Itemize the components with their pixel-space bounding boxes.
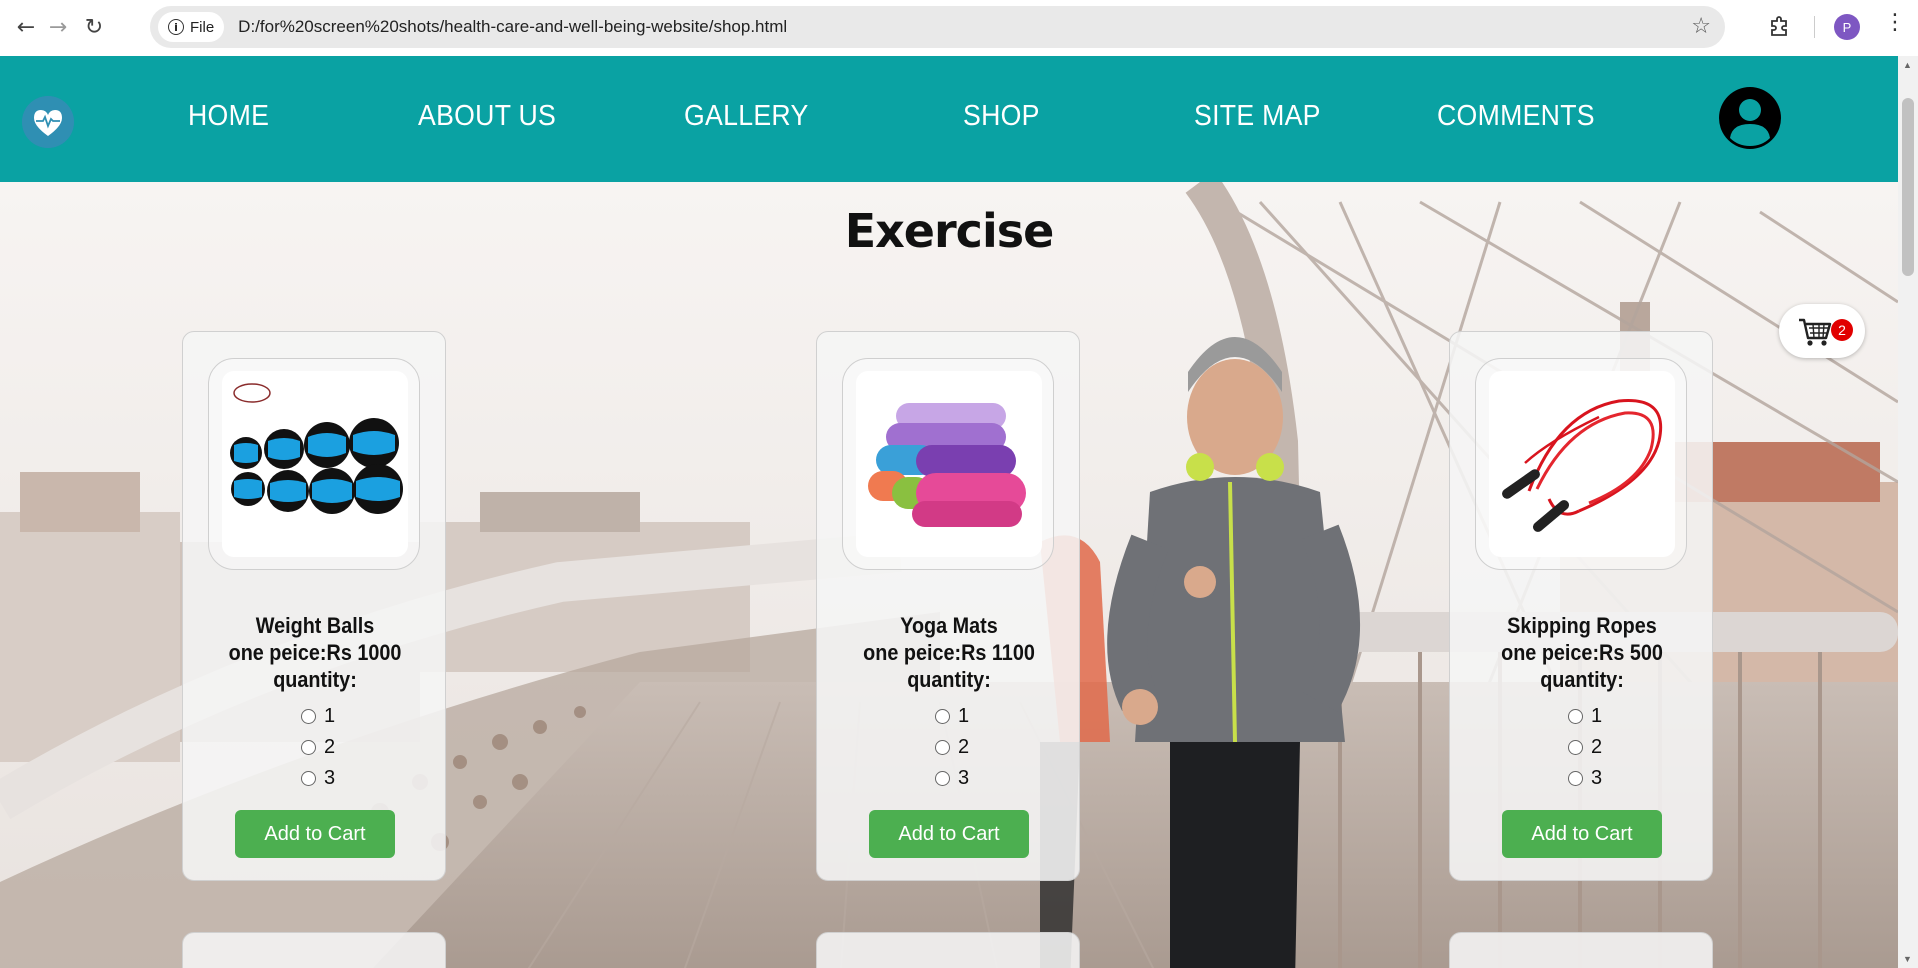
scroll-up-arrow-icon[interactable]: ▲ xyxy=(1903,60,1912,70)
product-image-skipping-ropes xyxy=(1489,371,1675,557)
quantity-option-1[interactable]: 1 xyxy=(935,705,969,728)
product-name: Weight Balls xyxy=(255,613,375,638)
file-label: File xyxy=(190,18,215,36)
url-text[interactable]: D:/for%20screen%20shots/health-care-and-… xyxy=(238,17,787,37)
product-image-yoga-mats xyxy=(856,371,1042,557)
section-title: Exercise xyxy=(844,204,1055,258)
forward-icon[interactable]: → xyxy=(44,13,72,41)
toolbar-divider xyxy=(1814,16,1815,38)
quantity-option-1[interactable]: 1 xyxy=(301,705,335,728)
radio-button[interactable] xyxy=(935,740,950,755)
quantity-option-3[interactable]: 3 xyxy=(935,767,969,790)
quantity-label: quantity: xyxy=(907,667,991,692)
product-card-partial xyxy=(182,932,446,968)
product-card-partial xyxy=(1449,932,1713,968)
quantity-option-1[interactable]: 1 xyxy=(1568,705,1602,728)
quantity-option-2[interactable]: 2 xyxy=(301,736,335,759)
browser-menu-icon[interactable]: ⋮ xyxy=(1884,12,1906,34)
product-price: one peice:Rs 1100 xyxy=(863,640,1035,665)
shopping-cart-icon xyxy=(1799,318,1832,346)
radio-button[interactable] xyxy=(301,740,316,755)
quantity-label: quantity: xyxy=(1540,667,1624,692)
floating-cart-button[interactable]: 2 xyxy=(1779,304,1865,358)
radio-button[interactable] xyxy=(301,771,316,786)
nav-site-map[interactable]: SITE MAP xyxy=(1194,100,1321,133)
radio-label: 2 xyxy=(324,736,336,758)
site-info-chip[interactable]: i File xyxy=(158,12,225,42)
quantity-label: quantity: xyxy=(273,667,357,692)
reload-icon[interactable]: ↻ xyxy=(80,13,108,41)
back-icon[interactable]: ← xyxy=(12,13,40,41)
extensions-icon[interactable] xyxy=(1768,14,1792,38)
page-scrollbar[interactable]: ▲ ▼ xyxy=(1898,56,1918,968)
product-card-partial xyxy=(816,932,1080,968)
info-icon: i xyxy=(168,19,184,35)
site-navbar: HOME ABOUT US GALLERY SHOP SITE MAP COMM… xyxy=(0,56,1898,182)
page-viewport: HOME ABOUT US GALLERY SHOP SITE MAP COMM… xyxy=(0,56,1898,968)
product-name: Skipping Ropes xyxy=(1507,613,1657,638)
product-price: one peice:Rs 1000 xyxy=(228,640,402,665)
quantity-option-3[interactable]: 3 xyxy=(1568,767,1602,790)
radio-button[interactable] xyxy=(301,709,316,724)
radio-button[interactable] xyxy=(935,771,950,786)
radio-label: 1 xyxy=(1591,705,1603,727)
product-image-frame xyxy=(1475,358,1687,570)
radio-label: 2 xyxy=(958,736,970,758)
radio-label: 3 xyxy=(1591,767,1603,789)
product-card: Skipping Ropes one peice:Rs 500 quantity… xyxy=(1449,331,1713,881)
site-logo[interactable] xyxy=(22,96,74,148)
radio-label: 1 xyxy=(324,705,336,727)
product-price: one peice:Rs 500 xyxy=(1501,640,1663,665)
address-bar[interactable]: i File D:/for%20screen%20shots/health-ca… xyxy=(150,6,1725,48)
radio-label: 3 xyxy=(958,767,970,789)
quantity-option-2[interactable]: 2 xyxy=(1568,736,1602,759)
scrollbar-thumb[interactable] xyxy=(1902,98,1914,276)
product-name: Yoga Mats xyxy=(900,613,998,638)
radio-button[interactable] xyxy=(1568,740,1583,755)
radio-label: 3 xyxy=(324,767,336,789)
cart-count-badge: 2 xyxy=(1831,319,1853,341)
nav-comments[interactable]: COMMENTS xyxy=(1437,100,1595,133)
nav-gallery[interactable]: GALLERY xyxy=(684,100,809,133)
profile-avatar[interactable]: P xyxy=(1834,14,1860,40)
nav-shop[interactable]: SHOP xyxy=(963,100,1040,133)
radio-button[interactable] xyxy=(1568,771,1583,786)
add-to-cart-button[interactable]: Add to Cart xyxy=(235,810,395,858)
scroll-down-arrow-icon[interactable]: ▼ xyxy=(1903,954,1912,964)
product-image-weight-balls xyxy=(222,371,408,557)
product-card: Weight Balls one peice:Rs 1000 quantity:… xyxy=(182,331,446,881)
heart-logo-icon xyxy=(22,96,74,148)
product-image-frame xyxy=(842,358,1054,570)
user-account-icon[interactable] xyxy=(1718,86,1782,150)
quantity-option-3[interactable]: 3 xyxy=(301,767,335,790)
product-image-frame xyxy=(208,358,420,570)
radio-label: 2 xyxy=(1591,736,1603,758)
radio-button[interactable] xyxy=(935,709,950,724)
add-to-cart-button[interactable]: Add to Cart xyxy=(869,810,1029,858)
product-card: Yoga Mats one peice:Rs 1100 quantity: 1 … xyxy=(816,331,1080,881)
bookmark-star-icon[interactable]: ☆ xyxy=(1691,14,1711,39)
nav-about-us[interactable]: ABOUT US xyxy=(418,100,556,133)
radio-label: 1 xyxy=(958,705,970,727)
nav-home[interactable]: HOME xyxy=(188,100,269,133)
browser-toolbar: ← → ↻ i File D:/for%20screen%20shots/hea… xyxy=(0,0,1918,56)
radio-button[interactable] xyxy=(1568,709,1583,724)
add-to-cart-button[interactable]: Add to Cart xyxy=(1502,810,1662,858)
quantity-option-2[interactable]: 2 xyxy=(935,736,969,759)
